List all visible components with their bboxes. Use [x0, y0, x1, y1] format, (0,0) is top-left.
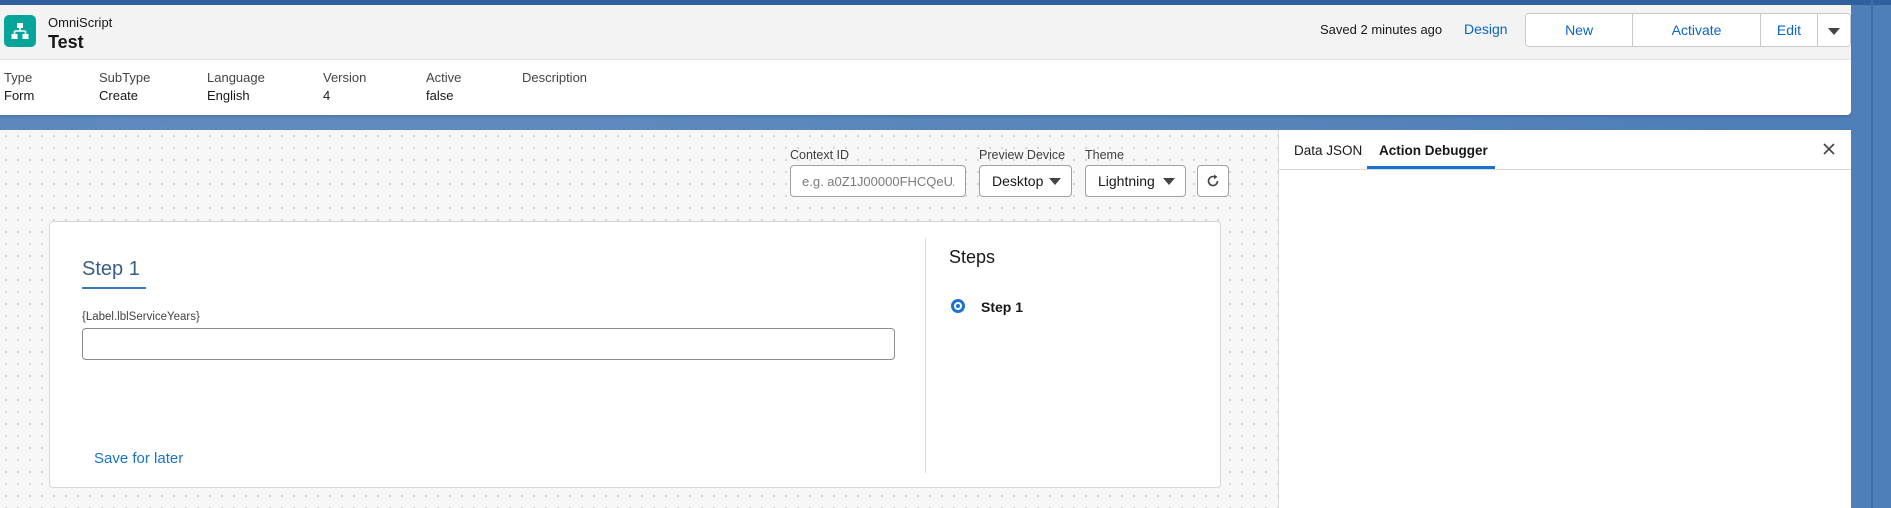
- meta-value: English: [207, 88, 250, 103]
- page-title: Test: [48, 32, 84, 52]
- meta-subtype: SubType Create: [99, 70, 150, 103]
- meta-label: Type: [4, 70, 33, 85]
- meta-value: Form: [4, 88, 35, 103]
- scrollbar-edge: [1871, 0, 1873, 508]
- hierarchy-icon: [4, 15, 36, 47]
- context-id-label: Context ID: [790, 148, 850, 162]
- preview-device-select[interactable]: Desktop: [979, 165, 1072, 197]
- design-link[interactable]: Design: [1464, 21, 1508, 37]
- more-actions-button[interactable]: [1818, 14, 1850, 46]
- theme-value: Lightning: [1098, 173, 1155, 189]
- meta-version: Version 4: [323, 70, 366, 103]
- service-years-input[interactable]: [82, 328, 895, 360]
- meta-label: Description: [522, 70, 588, 85]
- refresh-icon: [1207, 174, 1219, 187]
- edit-button[interactable]: Edit: [1760, 14, 1818, 46]
- meta-label: SubType: [99, 70, 151, 85]
- meta-label: Language: [207, 70, 265, 85]
- theme-select[interactable]: Lightning: [1085, 165, 1186, 197]
- new-version-button[interactable]: New Version: [1526, 14, 1634, 46]
- close-icon[interactable]: [1820, 140, 1838, 158]
- tab-data-json[interactable]: Data JSON: [1294, 143, 1362, 158]
- header-bar: OmniScript Test Saved 2 minutes ago Desi…: [0, 5, 1851, 60]
- debug-side-panel: Data JSON Action Debugger: [1278, 130, 1852, 508]
- chevron-down-icon: [1049, 178, 1061, 185]
- step-title-underline: [82, 287, 146, 289]
- radio-current-icon: [951, 299, 965, 313]
- meta-type: Type Form: [4, 70, 34, 103]
- preview-device-value: Desktop: [992, 173, 1044, 189]
- header-button-group: New Version Activate Version Edit: [1525, 13, 1851, 47]
- saved-status: Saved 2 minutes ago: [1320, 22, 1443, 37]
- side-panel-tabs: Data JSON Action Debugger: [1279, 130, 1852, 170]
- meta-value: Create: [99, 88, 139, 103]
- theme-label: Theme: [1085, 148, 1124, 162]
- save-for-later-link[interactable]: Save for later: [94, 450, 183, 467]
- active-tab-indicator: [1367, 166, 1495, 169]
- meta-label: Version: [323, 70, 367, 85]
- service-years-label: {Label.lblServiceYears}: [82, 311, 200, 323]
- meta-language: Language English: [207, 70, 265, 103]
- refresh-button[interactable]: [1197, 165, 1229, 197]
- app-subtitle: OmniScript: [48, 15, 113, 30]
- chevron-down-icon: [1163, 178, 1175, 185]
- record-header: OmniScript Test Saved 2 minutes ago Desi…: [0, 5, 1851, 115]
- step-nav-item[interactable]: Step 1: [981, 299, 1023, 315]
- preview-device-label: Preview Device: [979, 148, 1066, 162]
- chevron-down-icon: [1828, 27, 1840, 35]
- meta-label: Active: [426, 70, 462, 85]
- meta-description: Description: [522, 70, 587, 88]
- meta-value: 4: [323, 88, 331, 103]
- steps-heading: Steps: [949, 247, 996, 267]
- context-id-input[interactable]: [790, 165, 966, 197]
- meta-active: Active false: [426, 70, 461, 103]
- tab-action-debugger[interactable]: Action Debugger: [1379, 143, 1488, 158]
- activate-version-button[interactable]: Activate Version: [1633, 14, 1761, 46]
- step-title: Step 1: [82, 258, 140, 280]
- steps-divider: [925, 238, 926, 473]
- omniscript-preview: Step 1 {Label.lblServiceYears} Save for …: [49, 221, 1221, 488]
- meta-value: false: [426, 88, 454, 103]
